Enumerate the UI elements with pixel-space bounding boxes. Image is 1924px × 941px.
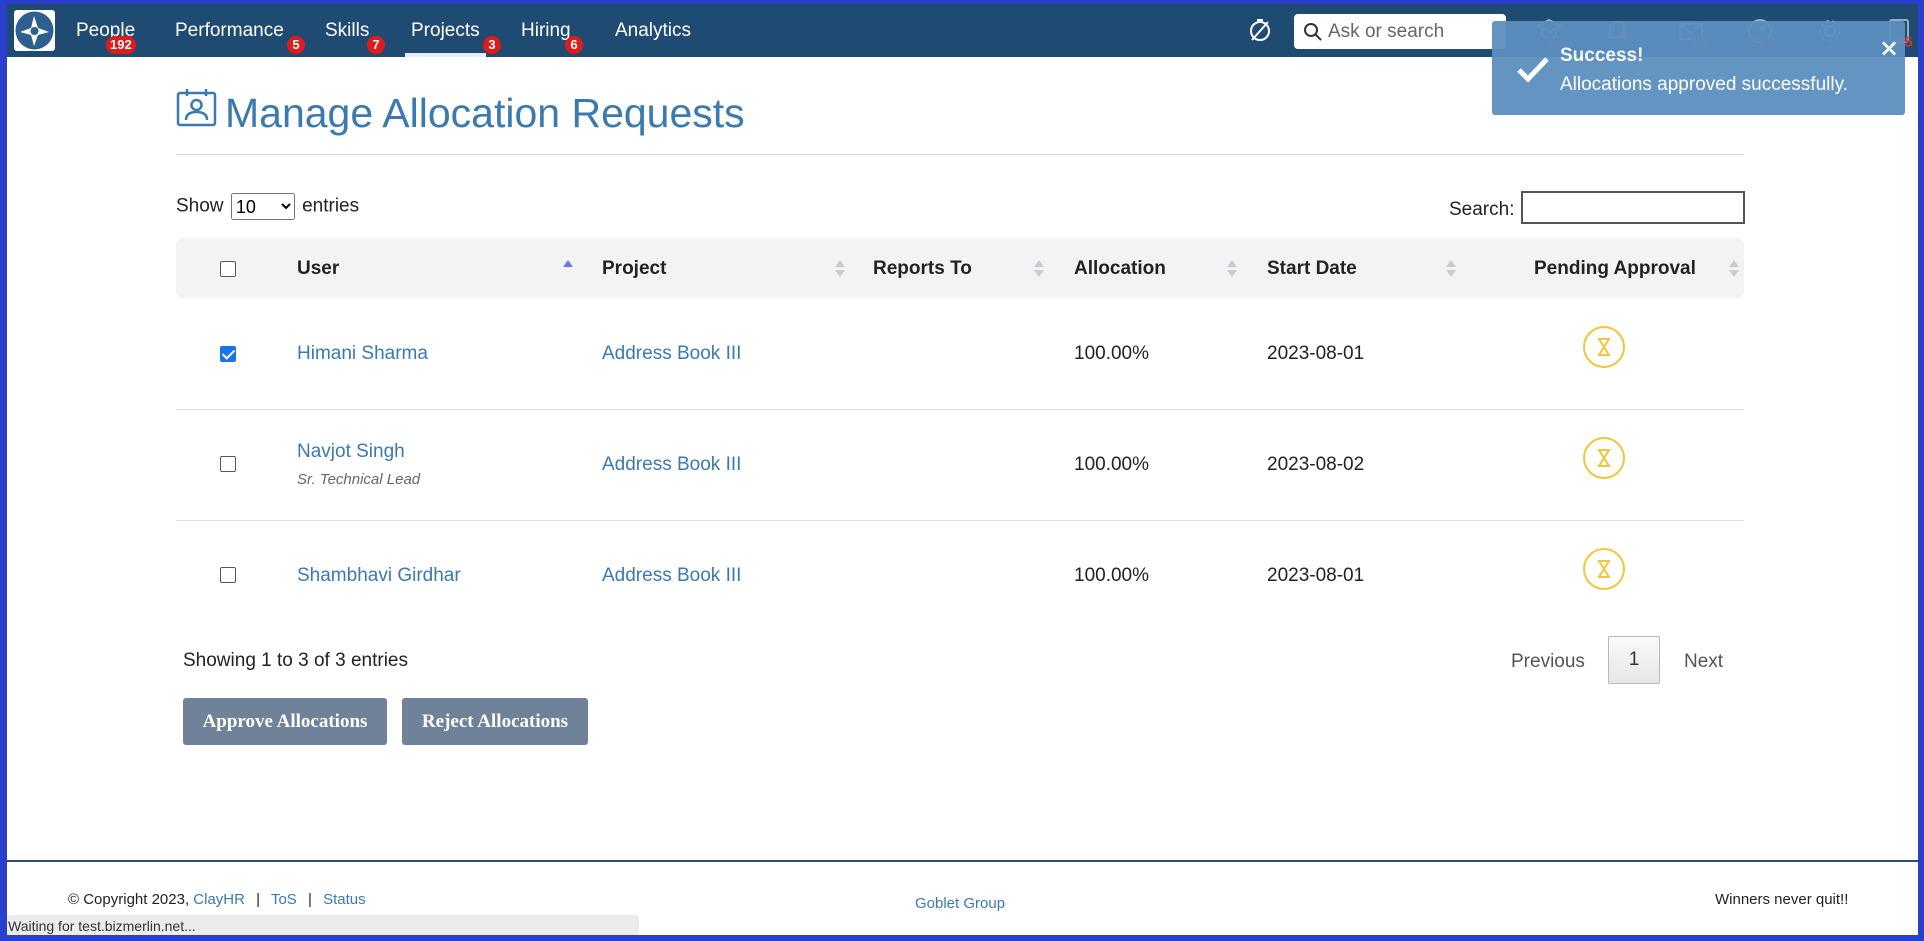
toast-title: Success! — [1560, 45, 1644, 66]
copyright-text: © Copyright 2023, — [68, 891, 190, 908]
start-date-cell: 2023-08-01 — [1267, 565, 1365, 586]
column-allocation[interactable]: Allocation — [1074, 258, 1166, 280]
footer-separator: | — [256, 891, 261, 908]
app-window: People 192 Performance 5 Skills 7 Projec… — [7, 4, 1918, 935]
table-header: User Project Reports To Allocation Start… — [176, 238, 1744, 298]
row-checkbox[interactable] — [220, 456, 236, 472]
allocation-cell: 100.00% — [1074, 454, 1150, 475]
select-all-checkbox[interactable] — [220, 261, 236, 277]
footer-company-link[interactable]: Goblet Group — [915, 895, 1005, 912]
column-pending-approval[interactable]: Pending Approval — [1534, 258, 1696, 280]
column-reports-to[interactable]: Reports To — [873, 258, 972, 280]
nav-performance-label: Performance — [175, 20, 284, 41]
pagination-previous[interactable]: Previous — [1511, 651, 1585, 673]
table-search-label: Search: — [1449, 199, 1515, 220]
pagination-page[interactable]: 1 — [1608, 636, 1660, 684]
app-logo[interactable] — [14, 10, 55, 51]
nav-hiring-badge: 6 — [565, 36, 583, 54]
show-entries: Show 10 entries — [176, 193, 359, 220]
user-subtitle: Sr. Technical Lead — [297, 471, 421, 488]
row-checkbox[interactable] — [220, 346, 236, 362]
nav-projects-badge: 3 — [483, 36, 501, 54]
project-link[interactable]: Address Book III — [602, 343, 741, 365]
tos-link[interactable]: ToS — [271, 891, 297, 908]
row-divider — [176, 409, 1744, 410]
column-user[interactable]: User — [297, 258, 339, 280]
timer-off-icon[interactable] — [1247, 17, 1273, 43]
nav-analytics[interactable]: Analytics — [615, 20, 691, 42]
title-divider — [176, 154, 1744, 155]
page-size-select[interactable]: 10 — [230, 193, 295, 220]
approve-allocations-button[interactable]: Approve Allocations — [183, 698, 387, 745]
sort-start-date-icon[interactable] — [1446, 260, 1456, 278]
nav-analytics-label: Analytics — [615, 20, 692, 41]
user-link[interactable]: Shambhavi Girdhar — [297, 565, 461, 587]
nav-people[interactable]: People 192 — [76, 20, 136, 54]
sort-pending-approval-icon[interactable] — [1729, 260, 1739, 278]
nav-skills-label: Skills — [325, 20, 370, 41]
sort-reports-to-icon[interactable] — [1034, 260, 1044, 278]
show-label: Show — [176, 195, 224, 217]
table-search-input[interactable] — [1521, 191, 1745, 224]
allocation-cell: 100.00% — [1074, 343, 1150, 364]
browser-status-bar: Waiting for test.bizmerlin.net... — [7, 915, 639, 935]
toast-close-button[interactable]: × — [1879, 34, 1899, 62]
global-search[interactable] — [1294, 14, 1506, 49]
footer-tagline: Winners never quit!! — [1715, 891, 1849, 908]
nav-projects[interactable]: Projects 3 — [405, 20, 501, 57]
table-info: Showing 1 to 3 of 3 entries — [183, 650, 408, 671]
nav-performance-badge: 5 — [287, 36, 305, 54]
column-start-date[interactable]: Start Date — [1267, 258, 1357, 280]
pending-approval-hourglass-icon[interactable] — [1583, 548, 1625, 590]
pending-approval-hourglass-icon[interactable] — [1583, 437, 1625, 479]
footer-left: © Copyright 2023, ClayHR | ToS | Status — [68, 891, 366, 908]
project-link[interactable]: Address Book III — [602, 565, 741, 587]
nav-projects-label: Projects — [411, 20, 480, 41]
nav-hiring-label: Hiring — [521, 20, 571, 41]
project-link[interactable]: Address Book III — [602, 454, 741, 476]
allocation-cell: 100.00% — [1074, 565, 1150, 586]
sort-allocation-icon[interactable] — [1227, 260, 1237, 278]
footer-divider — [7, 860, 1918, 862]
user-link[interactable]: Navjot Singh — [297, 441, 405, 463]
checkmark-icon — [1517, 57, 1549, 83]
nav-people-badge: 192 — [106, 36, 136, 54]
nav-skills-badge: 7 — [367, 36, 385, 54]
column-project[interactable]: Project — [602, 258, 666, 280]
success-toast: Success! Allocations approved successful… — [1492, 21, 1905, 115]
pending-approval-hourglass-icon[interactable] — [1583, 326, 1625, 368]
footer-separator: | — [308, 891, 312, 908]
global-search-input[interactable] — [1328, 14, 1498, 49]
nav-performance[interactable]: Performance 5 — [175, 20, 305, 54]
toast-message: Allocations approved successfully. — [1560, 74, 1848, 95]
user-link[interactable]: Himani Sharma — [297, 343, 428, 365]
start-date-cell: 2023-08-02 — [1267, 454, 1365, 475]
contact-card-icon — [176, 89, 217, 127]
page-title: Manage Allocation Requests — [225, 90, 745, 136]
reject-allocations-button[interactable]: Reject Allocations — [402, 698, 588, 745]
row-divider — [176, 520, 1744, 521]
sort-project-icon[interactable] — [835, 260, 845, 278]
row-checkbox[interactable] — [220, 567, 236, 583]
start-date-cell: 2023-08-01 — [1267, 343, 1365, 364]
nav-skills[interactable]: Skills 7 — [325, 20, 385, 54]
sort-user-icon[interactable] — [563, 260, 573, 278]
search-icon — [1304, 23, 1322, 41]
entries-label: entries — [302, 195, 360, 217]
status-link[interactable]: Status — [323, 891, 366, 908]
pagination-next[interactable]: Next — [1684, 651, 1723, 673]
company-link[interactable]: ClayHR — [193, 891, 245, 908]
nav-hiring[interactable]: Hiring 6 — [521, 20, 583, 54]
